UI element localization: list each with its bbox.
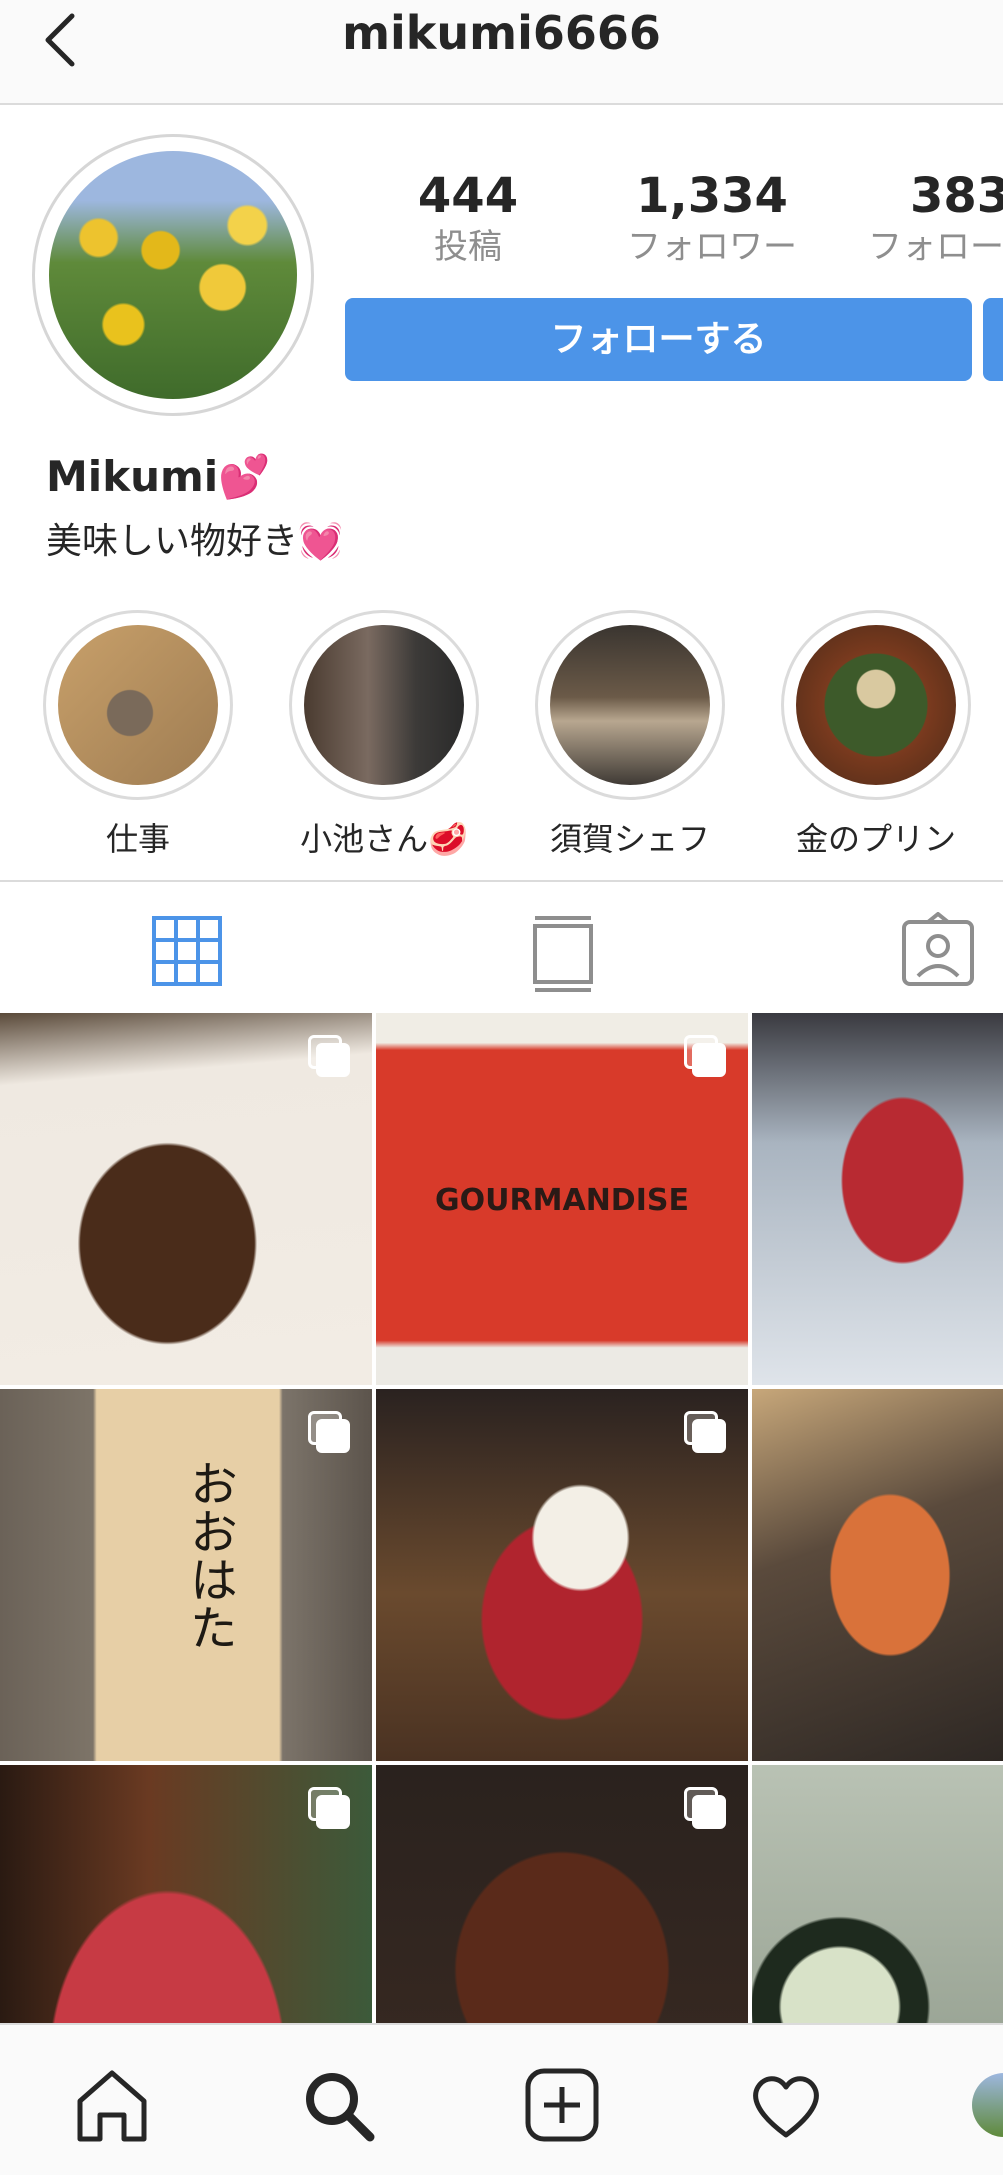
highlight-label: 金のプリン (795, 820, 956, 858)
highlight-label: 須賀シェフ (549, 820, 710, 858)
stat-followers-label: フォロワー (627, 227, 797, 267)
highlight-ring (535, 610, 725, 800)
post-thumbnail[interactable] (376, 1765, 748, 2023)
two-hearts-emoji: 💕 (218, 452, 271, 501)
post-thumbnail[interactable] (752, 1765, 1003, 2023)
follow-button[interactable]: フォローする (345, 298, 972, 381)
highlight-ring (781, 610, 971, 800)
multiple-posts-icon (308, 1787, 350, 1829)
home-icon[interactable] (72, 2065, 152, 2145)
highlight-work[interactable]: 仕事 (43, 610, 233, 860)
top-nav-bar: mikumi6666 (0, 0, 1003, 105)
post-thumbnail[interactable]: GOURMANDISE (376, 1013, 748, 1385)
stat-posts[interactable]: 444 投稿 (338, 168, 598, 270)
post-text: GOURMANDISE (435, 1183, 689, 1218)
message-button[interactable] (983, 298, 1003, 381)
profile-tab-bar (0, 880, 1003, 1013)
avatar-image (49, 151, 297, 399)
bottom-nav-bar (0, 2023, 1003, 2175)
mini-avatar (972, 2073, 1003, 2137)
profile-avatar-icon[interactable] (972, 2065, 1003, 2145)
highlight-cover (304, 625, 464, 785)
profile-display-name: Mikumi💕 (46, 452, 270, 502)
stat-posts-label: 投稿 (434, 227, 502, 267)
display-name-text: Mikumi (46, 452, 219, 501)
post-thumbnail[interactable] (752, 1389, 1003, 1761)
profile-bio: 美味しい物好き💓 (46, 512, 343, 564)
stat-followers-count: 1,334 (636, 168, 788, 224)
highlight-ring (289, 610, 479, 800)
post-text: おおはた (181, 1459, 237, 1651)
stat-following-count: 383 (910, 168, 1003, 224)
activity-heart-icon[interactable] (746, 2065, 826, 2145)
feed-view-icon[interactable] (523, 912, 603, 992)
post-thumbnail[interactable] (0, 1765, 372, 2023)
new-post-icon[interactable] (522, 2065, 602, 2145)
highlight-label: 仕事 (105, 820, 170, 858)
multiple-posts-icon (684, 1035, 726, 1077)
highlight-cover (550, 625, 710, 785)
highlight-cover (58, 625, 218, 785)
search-icon[interactable] (298, 2065, 378, 2145)
highlight-ring (43, 610, 233, 800)
post-thumbnail[interactable]: おおはた (0, 1389, 372, 1761)
stat-posts-count: 444 (417, 168, 519, 224)
post-thumbnail[interactable] (752, 1013, 1003, 1385)
posts-grid: GOURMANDISE おおはた (0, 1013, 1003, 2023)
profile-username-title: mikumi6666 (342, 6, 661, 60)
post-thumbnail[interactable] (0, 1013, 372, 1385)
highlight-koike[interactable]: 小池さん🥩 (289, 610, 479, 860)
grid-view-icon[interactable] (148, 912, 228, 992)
tagged-photos-icon[interactable] (898, 911, 978, 992)
highlight-cover (796, 625, 956, 785)
bio-text: 美味しい物好き (46, 521, 299, 562)
stat-following-label: フォロー中 (868, 227, 1003, 267)
post-thumbnail[interactable] (376, 1389, 748, 1761)
stat-following[interactable]: 383 フォロー中 (822, 168, 1003, 270)
beating-heart-emoji: 💓 (298, 521, 343, 562)
multiple-posts-icon (684, 1787, 726, 1829)
highlight-gold-pudding[interactable]: 金のプリン (781, 610, 971, 860)
multiple-posts-icon (308, 1411, 350, 1453)
multiple-posts-icon (684, 1411, 726, 1453)
highlight-label: 小池さん🥩 (300, 820, 468, 858)
multiple-posts-icon (308, 1035, 350, 1077)
highlight-chef-suga[interactable]: 須賀シェフ (535, 610, 725, 860)
stat-followers[interactable]: 1,334 フォロワー (582, 168, 842, 270)
profile-avatar[interactable] (32, 134, 314, 416)
